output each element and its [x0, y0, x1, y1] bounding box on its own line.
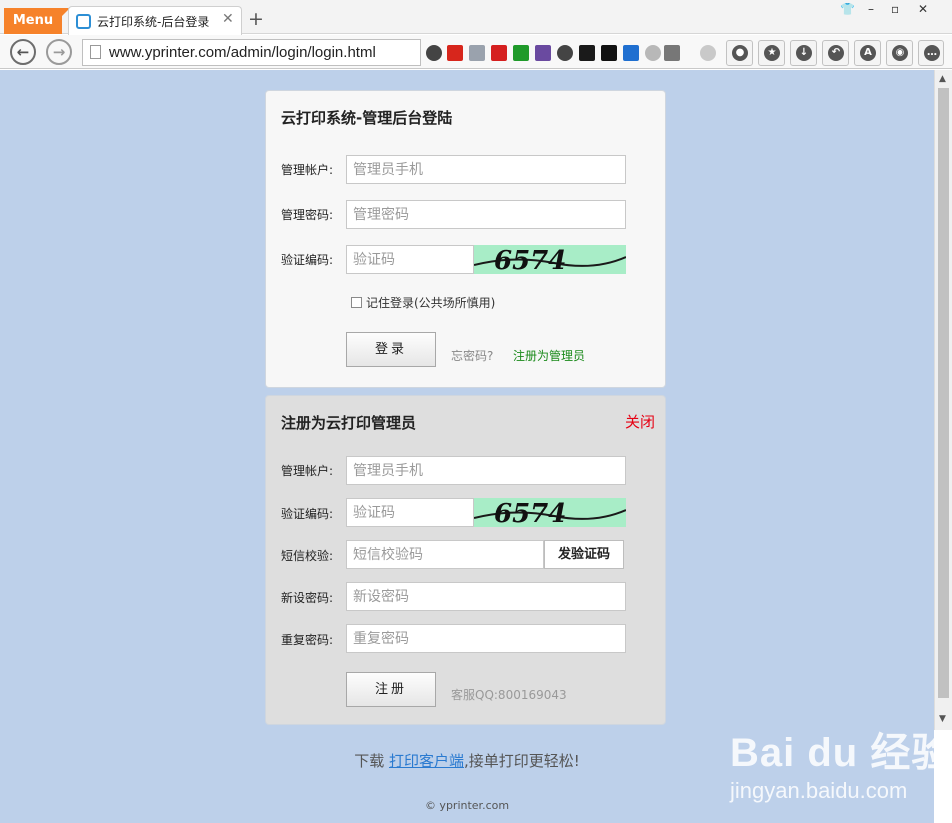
forward-button[interactable]: →	[46, 39, 72, 65]
refresh-icon[interactable]	[700, 45, 716, 61]
maximize-button[interactable]: ▫	[891, 2, 899, 16]
minimize-button[interactable]: –	[868, 2, 874, 16]
toolbar-font-button[interactable]: A	[854, 40, 881, 66]
baidu-url: jingyan.baidu.com	[730, 778, 908, 803]
address-url: www.yprinter.com/admin/login/login.html	[109, 44, 376, 61]
repeat-password-label: 重复密码:	[281, 633, 334, 647]
login-button[interactable]: 登录	[346, 332, 436, 367]
extension-spiral-icon[interactable]	[535, 45, 551, 61]
extension-flag-icon[interactable]	[447, 45, 463, 61]
extension-download-icon[interactable]	[469, 45, 485, 61]
scroll-up-icon[interactable]: ▲	[939, 74, 946, 84]
baidu-logo: Bai du 经验	[730, 731, 934, 775]
baidu-watermark: Bai du 经验 jingyan.baidu.com	[730, 720, 934, 820]
browser-titlebar: Menu 云打印系统-后台登录 ✕ + 👕 – ▫ ✕	[0, 0, 952, 35]
toolbar-wechat-button[interactable]: ◉	[886, 40, 913, 66]
forgot-password-link[interactable]: 忘密码?	[451, 347, 493, 364]
login-account-input[interactable]	[346, 155, 626, 184]
checkbox-icon	[351, 297, 362, 308]
toolbar-download-button[interactable]: ↓	[790, 40, 817, 66]
new-password-input[interactable]	[346, 582, 626, 611]
site-favicon-icon	[76, 14, 91, 29]
login-password-input[interactable]	[346, 200, 626, 229]
toolbar-more-button[interactable]: …	[918, 40, 944, 66]
address-bar[interactable]: www.yprinter.com/admin/login/login.html	[82, 39, 421, 66]
extension-s-icon[interactable]	[623, 45, 639, 61]
remember-login-checkbox[interactable]: 记住登录(公共场所慎用)	[351, 294, 495, 311]
back-button[interactable]: ←	[10, 39, 36, 65]
download-client-link[interactable]: 打印客户端	[389, 752, 464, 770]
toolbar-lock-button[interactable]: ●	[726, 40, 753, 66]
qr-code-icon[interactable]	[664, 45, 680, 61]
register-panel: 注册为云打印管理员 关闭 管理帐户: 验证编码: 6574 短信校验: 发验证码…	[265, 395, 666, 725]
vertical-scrollbar[interactable]: ▲ ▼	[934, 70, 952, 730]
register-captcha-input[interactable]	[346, 498, 474, 527]
repeat-password-input[interactable]	[346, 624, 626, 653]
download-icon: ↓	[796, 45, 812, 61]
login-captcha-input[interactable]	[346, 245, 474, 274]
extension-cs-icon[interactable]	[579, 45, 595, 61]
login-title: 云打印系统-管理后台登陆	[281, 109, 453, 127]
close-register-link[interactable]: 关闭	[625, 411, 655, 432]
extension-green-square-icon[interactable]	[513, 45, 529, 61]
remember-label: 记住登录(公共场所慎用)	[366, 296, 496, 310]
star-icon: ★	[764, 45, 780, 61]
extension-red-arrow-icon[interactable]	[491, 45, 507, 61]
register-captcha-label: 验证编码:	[281, 507, 334, 521]
captcha-graphic: 6574	[474, 246, 626, 274]
page-viewport: 云打印系统-管理后台登陆 管理帐户: 管理密码: 验证编码: 6574 记住登录…	[0, 70, 934, 823]
send-sms-button[interactable]: 发验证码	[544, 540, 624, 569]
captcha-graphic: 6574	[474, 499, 626, 527]
undo-icon: ↶	[828, 45, 844, 61]
browser-navbar: ← → www.yprinter.com/admin/login/login.h…	[0, 35, 952, 69]
lock-icon: ●	[732, 45, 748, 61]
captcha-text: 6574	[494, 246, 566, 274]
tab-title: 云打印系统-后台登录	[97, 15, 210, 29]
download-prefix: 下载	[354, 752, 385, 770]
scroll-down-icon[interactable]: ▼	[939, 714, 946, 724]
browser-tab[interactable]: 云打印系统-后台登录 ✕	[68, 6, 242, 35]
register-title: 注册为云打印管理员	[281, 414, 417, 432]
download-suffix: ,接单打印更轻松!	[464, 752, 580, 770]
register-captcha-image[interactable]: 6574	[474, 498, 626, 527]
login-captcha-label: 验证编码:	[281, 253, 334, 267]
login-password-label: 管理密码:	[281, 208, 334, 222]
more-icon: …	[924, 45, 940, 61]
page-document-icon	[90, 45, 101, 59]
service-qq: 客服QQ:800169043	[451, 688, 567, 702]
toolbar-favorites-button[interactable]: ★	[758, 40, 785, 66]
bookmark-star-icon[interactable]	[645, 45, 661, 61]
toolbar-undo-button[interactable]: ↶	[822, 40, 849, 66]
extension-send-icon[interactable]	[601, 45, 617, 61]
extension-circle-icon[interactable]	[426, 45, 442, 61]
wechat-icon: ◉	[892, 45, 908, 61]
register-account-label: 管理帐户:	[281, 464, 334, 478]
new-password-label: 新设密码:	[281, 591, 334, 605]
login-account-label: 管理帐户:	[281, 163, 334, 177]
sms-label: 短信校验:	[281, 549, 334, 563]
menu-button[interactable]: Menu	[4, 8, 62, 34]
extension-gear-icon[interactable]	[557, 45, 573, 61]
new-tab-button[interactable]: +	[248, 8, 264, 30]
close-window-button[interactable]: ✕	[918, 2, 928, 16]
sms-code-input[interactable]	[346, 540, 544, 569]
tab-close-icon[interactable]: ✕	[222, 11, 234, 27]
login-panel: 云打印系统-管理后台登陆 管理帐户: 管理密码: 验证编码: 6574 记住登录…	[265, 90, 666, 388]
register-button[interactable]: 注册	[346, 672, 436, 707]
login-captcha-image[interactable]: 6574	[474, 245, 626, 274]
scrollbar-thumb[interactable]	[938, 88, 949, 698]
font-icon: A	[860, 45, 876, 61]
skin-icon[interactable]: 👕	[840, 2, 855, 16]
register-admin-link[interactable]: 注册为管理员	[513, 347, 585, 364]
register-account-input[interactable]	[346, 456, 626, 485]
captcha-text: 6574	[494, 499, 566, 527]
